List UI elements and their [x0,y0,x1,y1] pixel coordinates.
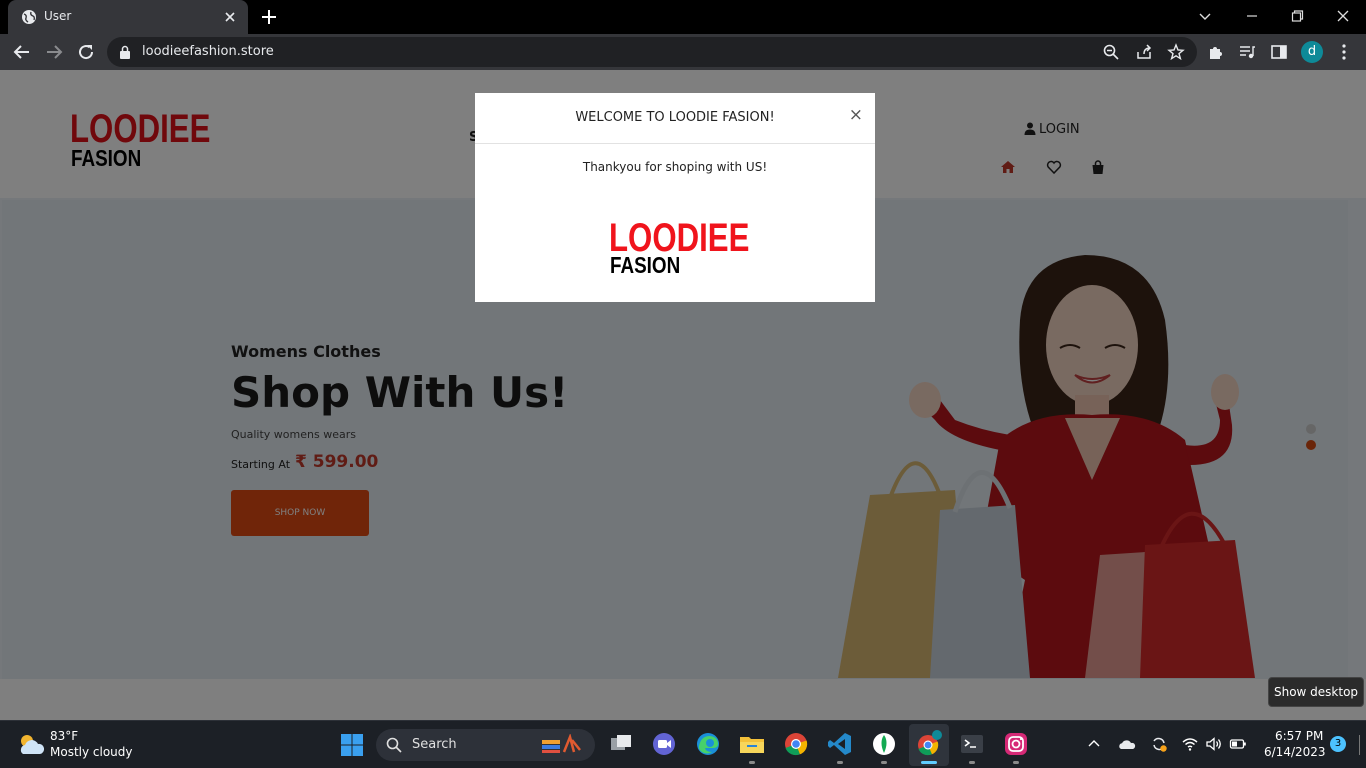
chrome-profile-icon[interactable] [914,729,944,759]
vscode-running-indicator [837,761,843,764]
close-window-icon[interactable] [1331,4,1355,28]
terminal-running-indicator [969,761,975,764]
browser-tab-bar: User [0,0,1366,34]
chrome-active-indicator [921,761,937,764]
side-panel-icon[interactable] [1270,43,1288,61]
file-explorer-icon[interactable] [737,729,767,759]
clock-time[interactable]: 6:57 PM [1275,729,1323,743]
wifi-icon[interactable] [1181,735,1199,753]
terminal-icon[interactable] [957,729,987,759]
weather-description[interactable]: Mostly cloudy [50,745,133,759]
modal-title: WELCOME TO LOODIE FASION! [575,110,775,125]
weather-temperature[interactable]: 83°F [50,729,78,743]
extensions-icon[interactable] [1207,43,1225,61]
volume-icon[interactable] [1205,735,1223,753]
search-highlight-art-icon [542,734,581,753]
onedrive-cloud-icon[interactable] [1118,735,1136,753]
chevron-up-icon[interactable] [1085,735,1103,753]
taskbar-search[interactable]: Search [376,729,595,761]
clock-date[interactable]: 6/14/2023 [1264,745,1326,759]
teams-chat-icon[interactable] [649,729,679,759]
vscode-icon[interactable] [825,729,855,759]
restore-icon[interactable] [1285,4,1309,28]
globe-icon [22,10,36,24]
back-icon[interactable] [10,40,34,64]
share-icon[interactable] [1135,43,1153,61]
browser-toolbar: loodieefashion.store d [0,34,1366,70]
address-bar[interactable]: loodieefashion.store [107,37,1197,67]
url-text[interactable]: loodieefashion.store [142,44,274,59]
windows-start-icon[interactable] [340,733,364,757]
tab-search-chevron-icon[interactable] [1193,4,1217,28]
chrome-icon[interactable] [781,729,811,759]
close-tab-icon[interactable] [220,7,240,27]
sync-update-icon[interactable] [1150,735,1168,753]
edge-browser-icon[interactable] [693,729,723,759]
page-viewport: LOODIEE FASION S LOGIN Womens Clothes Sh… [0,70,1366,720]
task-view-icon[interactable] [606,729,636,759]
modal-logo-line2: FASION [610,252,681,278]
mongodb-compass-icon[interactable] [869,729,899,759]
modal-message: Thankyou for shoping with US! [582,160,768,174]
modal-header: WELCOME TO LOODIE FASION! × [475,93,875,144]
media-queue-icon[interactable] [1238,43,1256,61]
search-icon [386,737,402,753]
battery-icon[interactable] [1229,735,1247,753]
zoom-icon[interactable] [1102,43,1120,61]
file-explorer-running-indicator [749,761,755,764]
reload-icon[interactable] [74,40,98,64]
bookmark-star-icon[interactable] [1167,43,1185,61]
show-desktop-button[interactable] [1359,735,1360,755]
minimize-icon[interactable] [1240,4,1264,28]
instagram-icon[interactable] [1001,729,1031,759]
mongodb-running-indicator [881,761,887,764]
modal-close-button[interactable]: × [849,107,863,124]
menu-kebab-icon[interactable] [1341,42,1347,62]
profile-avatar[interactable]: d [1301,41,1323,63]
forward-icon[interactable] [42,40,66,64]
lock-icon[interactable] [119,45,131,59]
partly-cloudy-icon[interactable] [16,731,46,757]
welcome-modal: WELCOME TO LOODIE FASION! × Thankyou for… [475,93,875,302]
show-desktop-tooltip: Show desktop [1268,677,1364,707]
search-label: Search [412,737,457,752]
tab-title: User [44,9,72,23]
instagram-running-indicator [1013,761,1019,764]
taskbar: 83°F Mostly cloudy Search 6:57 PM 6/14/2… [0,720,1366,768]
new-tab-icon[interactable] [258,6,280,28]
browser-tab[interactable]: User [8,0,248,34]
notification-badge[interactable]: 3 [1330,736,1346,752]
